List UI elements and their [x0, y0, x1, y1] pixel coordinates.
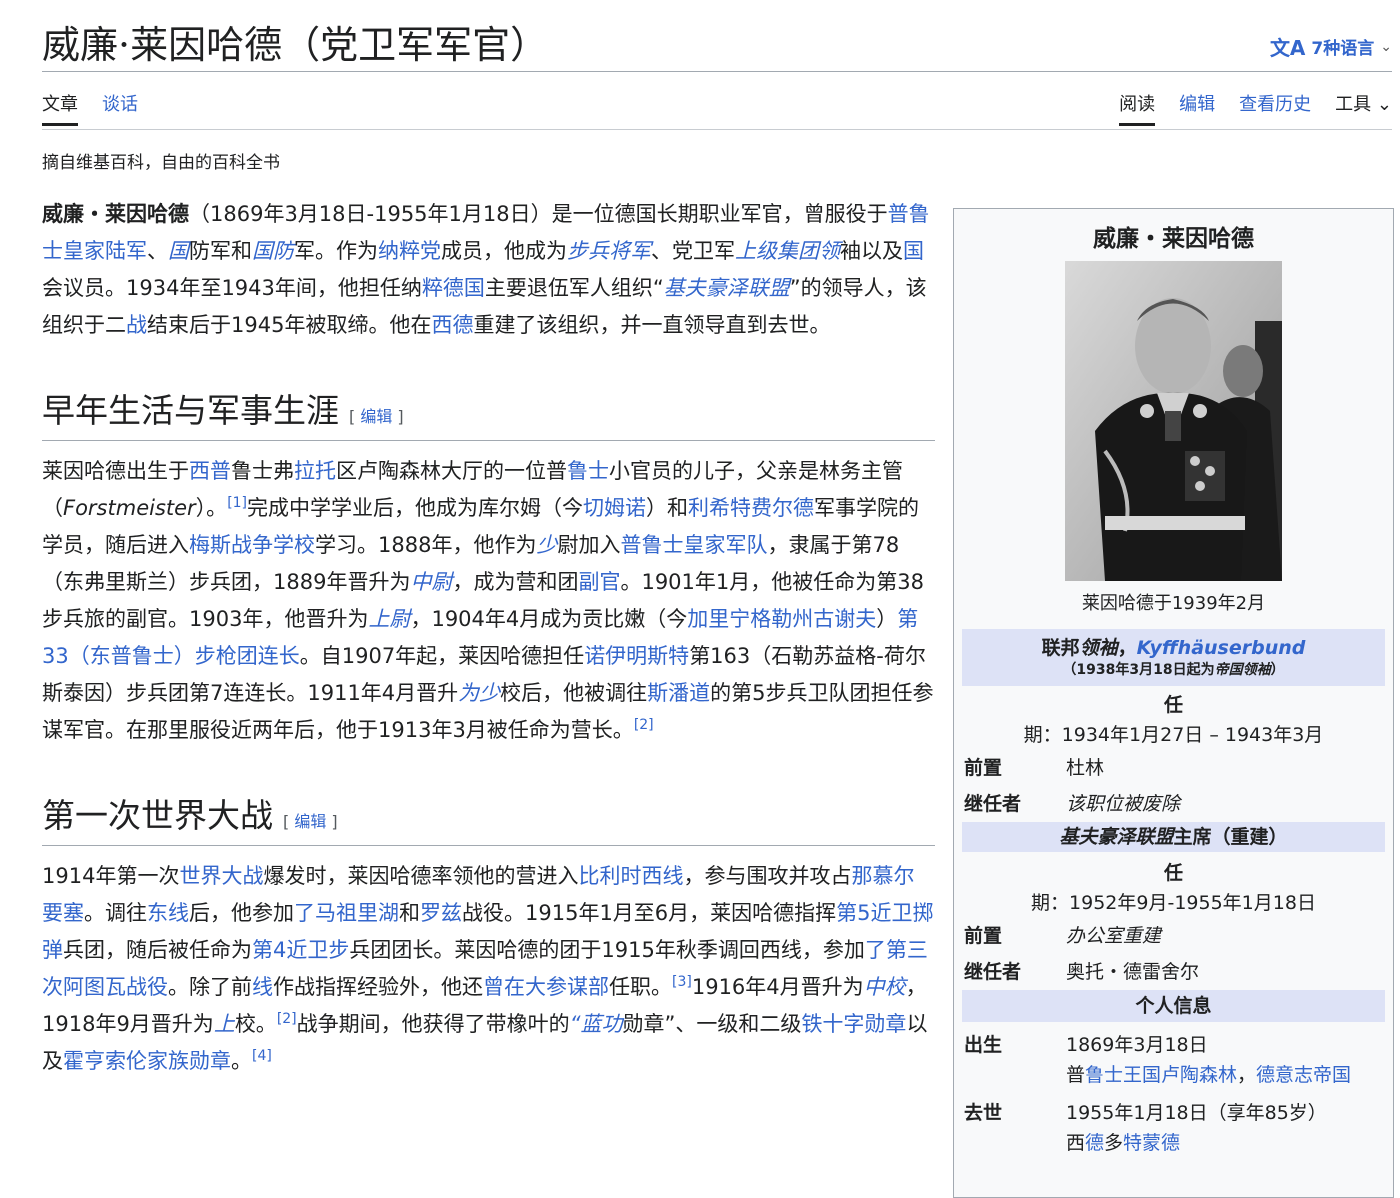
chevron-down-icon: ⌄ — [1376, 94, 1392, 115]
language-selector[interactable]: 文A 7种语言 ⌄ — [1270, 32, 1392, 61]
namespace-tabs: 文章 谈话 — [42, 90, 138, 126]
predecessor-row-1: 前置 杜林 — [964, 757, 1105, 779]
tab-edit[interactable]: 编辑 — [1179, 90, 1215, 126]
photo-caption: 莱因哈德于1939年2月 — [1081, 593, 1266, 614]
intro-paragraph: 威廉・莱因哈德（1869年3月18日-1955年1月18日）是一位德国长期职业军… — [42, 202, 930, 337]
section-edit-link[interactable]: [ 编辑 ] — [283, 812, 338, 831]
infobox-title: 威廉・莱因哈德 — [1093, 226, 1254, 252]
tab-history[interactable]: 查看历史 — [1239, 90, 1311, 126]
tabs-divider — [42, 129, 1392, 130]
article-body: 威廉・莱因哈德（1869年3月18日-1955年1月18日）是一位德国长期职业军… — [42, 196, 935, 1080]
tools-menu[interactable]: 工具 ⌄ — [1335, 90, 1392, 126]
office-band-2: 基夫豪泽联盟主席（重建） — [962, 822, 1385, 852]
language-count: 7种语言 — [1311, 39, 1375, 59]
ww1-paragraph: 1914年第一次世界大战爆发时，莱因哈德率领他的营进入比利时西线，参与围攻并攻占… — [42, 864, 934, 1073]
infobox: 威廉・莱因哈德 莱因哈德于1939年2月 联邦领袖，Kyffhäuserbund… — [953, 208, 1394, 1198]
title-divider — [42, 71, 1392, 72]
view-tabs: 阅读 编辑 查看历史 工具 ⌄ — [1119, 90, 1392, 126]
died-row: 去世 1955年1月18日（享年85岁） 西德多特蒙德 — [964, 1102, 1327, 1154]
chevron-down-icon: ⌄ — [1380, 38, 1392, 55]
section-edit-link[interactable]: [ 编辑 ] — [349, 407, 404, 426]
section-heading-ww1: 第一次世界大战[ 编辑 ] — [42, 789, 935, 846]
office-band-1-note: （1938年3月18日起为帝国领袖） — [1062, 662, 1285, 678]
predecessor-row-2: 前置 办公室重建 — [964, 925, 1162, 947]
west-germany-link[interactable]: 德 — [1085, 1132, 1104, 1154]
page-title: 威廉·莱因哈德（党卫军军官） — [42, 23, 549, 67]
tools-label: 工具 — [1335, 94, 1372, 115]
born-row: 出生 1869年3月18日 普鲁士王国卢陶森林，德意志帝国 — [964, 1034, 1352, 1086]
successor-row-1: 继任者 该职位被废除 — [964, 793, 1181, 815]
translate-icon: 文A — [1269, 36, 1306, 60]
early-life-paragraph: 莱因哈德出生于西普鲁士弗拉托区卢陶森林大厅的一位普鲁士小官员的儿子，父亲是林务主… — [42, 459, 934, 742]
dortmund-link[interactable]: 特蒙德 — [1123, 1132, 1180, 1154]
term-value-2: 期：1952年9月-1955年1月18日 — [1031, 892, 1316, 914]
term-label-2: 任 — [1163, 862, 1183, 884]
tab-talk[interactable]: 谈话 — [102, 90, 138, 126]
kyffhauserbund-link[interactable]: Kyffhäuserbund — [1137, 637, 1306, 659]
died-date: 1955年1月18日（享年85岁） — [1066, 1102, 1327, 1124]
site-tagline: 摘自维基百科，自由的百科全书 — [42, 153, 280, 173]
born-date: 1869年3月18日 — [1066, 1034, 1208, 1056]
born-place-link[interactable]: 鲁士王国卢陶森林 — [1085, 1064, 1237, 1086]
successor-row-2: 继任者 奥托・德雷舍尔 — [964, 961, 1200, 983]
personal-info-band: 个人信息 — [962, 990, 1385, 1022]
empire-link[interactable]: 德意志帝国 — [1256, 1064, 1351, 1086]
tab-read[interactable]: 阅读 — [1119, 90, 1156, 126]
tab-article[interactable]: 文章 — [42, 90, 78, 126]
term-value-1: 期：1934年1月27日 – 1943年3月 — [1023, 724, 1324, 746]
portrait-photo[interactable] — [1065, 261, 1282, 581]
section-heading-early-life: 早年生活与军事生涯[ 编辑 ] — [42, 384, 935, 441]
term-label-1: 任 — [1163, 694, 1183, 716]
office-band-1: 联邦领袖，Kyffhäuserbund （1938年3月18日起为帝国领袖） — [962, 629, 1385, 686]
